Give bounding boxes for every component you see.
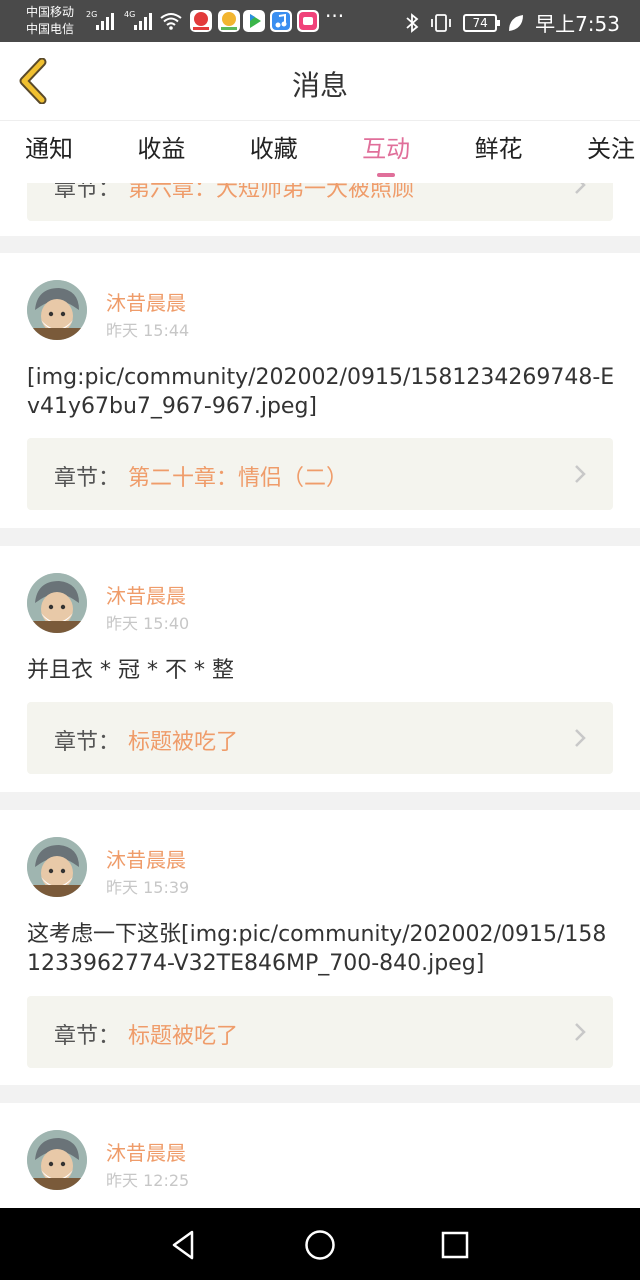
more-notifications: ···	[325, 4, 345, 28]
signal-2-icon	[134, 12, 152, 30]
tab-flowers[interactable]: 鲜花	[475, 121, 523, 183]
chapter-link[interactable]: 章节： 标题被吃了	[27, 702, 613, 774]
chapter-label: 章节：	[54, 1024, 121, 1049]
leaf-icon	[509, 14, 524, 31]
chapter-link[interactable]: 章节： 第二十章：情侣（二）	[27, 438, 613, 510]
message-card: 沐昔晨晨 昨天 12:25	[0, 1103, 640, 1208]
message-feed[interactable]: 章节： 第六章：大短师弟一大被照顾 沐昔晨晨 昨天 15:44 [img:pic…	[0, 183, 640, 1208]
nav-home-icon[interactable]	[303, 1228, 337, 1262]
username[interactable]: 沐昔晨晨	[106, 580, 186, 609]
chapter-title: 标题被吃了	[128, 1024, 239, 1049]
music-app-icon	[270, 10, 292, 32]
chapter-title: 第六章：大短师弟一大被照顾	[128, 183, 415, 202]
app-notification-2-icon	[218, 10, 240, 32]
app-root: 中国移动 中国电信 2G 4G ··· 74 早上7:53 消息 通知 收益 收…	[0, 0, 640, 1280]
tab-following[interactable]: 关注	[587, 121, 635, 183]
video-app-icon	[243, 10, 265, 32]
chapter-title: 标题被吃了	[128, 730, 239, 755]
battery-indicator: 74	[463, 13, 501, 32]
chapter-label: 章节：	[54, 466, 121, 491]
status-bar: 中国移动 中国电信 2G 4G ··· 74 早上7:53	[0, 0, 640, 42]
status-time: 早上7:53	[535, 12, 620, 36]
vibrate-icon	[431, 13, 451, 32]
chapter-title: 第二十章：情侣（二）	[128, 466, 349, 491]
nav-recents-icon[interactable]	[438, 1228, 472, 1262]
message-content: 并且衣 * 冠 * 不 * 整	[27, 658, 234, 683]
app-notification-5-icon	[297, 10, 319, 32]
header: 消息	[0, 42, 640, 120]
tab-interactions[interactable]: 互动	[362, 121, 410, 183]
bluetooth-icon	[406, 12, 419, 33]
chevron-right-icon	[575, 729, 586, 747]
message-card: 沐昔晨晨 昨天 15:44 [img:pic/community/202002/…	[0, 253, 640, 528]
message-content: 这考虑一下这张[img:pic/community/202002/0915/15…	[27, 922, 607, 976]
chapter-label: 章节：	[54, 730, 121, 755]
tab-favorites[interactable]: 收藏	[250, 121, 298, 183]
message-card: 沐昔晨晨 昨天 15:39 这考虑一下这张[img:pic/community/…	[0, 810, 640, 1085]
app-notification-1-icon	[190, 10, 212, 32]
status-right: 74 早上7:53	[405, 8, 620, 37]
carrier-2: 中国电信	[26, 22, 75, 36]
carrier-1: 中国移动	[26, 5, 75, 19]
username[interactable]: 沐昔晨晨	[106, 287, 186, 316]
timestamp: 昨天 12:25	[106, 1171, 190, 1190]
chevron-right-icon	[575, 1023, 586, 1041]
carrier-info: 中国移动 中国电信	[26, 4, 74, 38]
avatar[interactable]	[27, 573, 87, 633]
tab-notifications[interactable]: 通知	[25, 121, 73, 183]
nav-back-icon[interactable]	[166, 1228, 200, 1262]
username[interactable]: 沐昔晨晨	[106, 844, 186, 873]
avatar[interactable]	[27, 1130, 87, 1190]
wifi-icon	[160, 13, 182, 30]
avatar[interactable]	[27, 837, 87, 897]
message-card-partial: 章节： 第六章：大短师弟一大被照顾	[0, 183, 640, 236]
message-content: [img:pic/community/202002/0915/158123426…	[27, 365, 615, 419]
chapter-link[interactable]: 章节： 标题被吃了	[27, 996, 613, 1068]
page-title: 消息	[291, 69, 348, 102]
tab-bar: 通知 收益 收藏 互动 鲜花 关注	[0, 120, 640, 183]
chevron-right-icon	[575, 465, 586, 483]
tab-earnings[interactable]: 收益	[137, 121, 185, 183]
timestamp: 昨天 15:39	[106, 878, 190, 897]
timestamp: 昨天 15:44	[106, 321, 190, 340]
username[interactable]: 沐昔晨晨	[106, 1137, 186, 1166]
chevron-right-icon	[575, 183, 586, 194]
signal-1-icon	[96, 12, 114, 30]
chapter-label: 章节：	[54, 183, 121, 202]
avatar[interactable]	[27, 280, 87, 340]
message-card: 沐昔晨晨 昨天 15:40 并且衣 * 冠 * 不 * 整 章节： 标题被吃了	[0, 546, 640, 792]
chapter-link[interactable]: 章节： 第六章：大短师弟一大被照顾	[27, 183, 613, 221]
timestamp: 昨天 15:40	[106, 614, 190, 633]
system-nav-bar	[0, 1208, 640, 1280]
